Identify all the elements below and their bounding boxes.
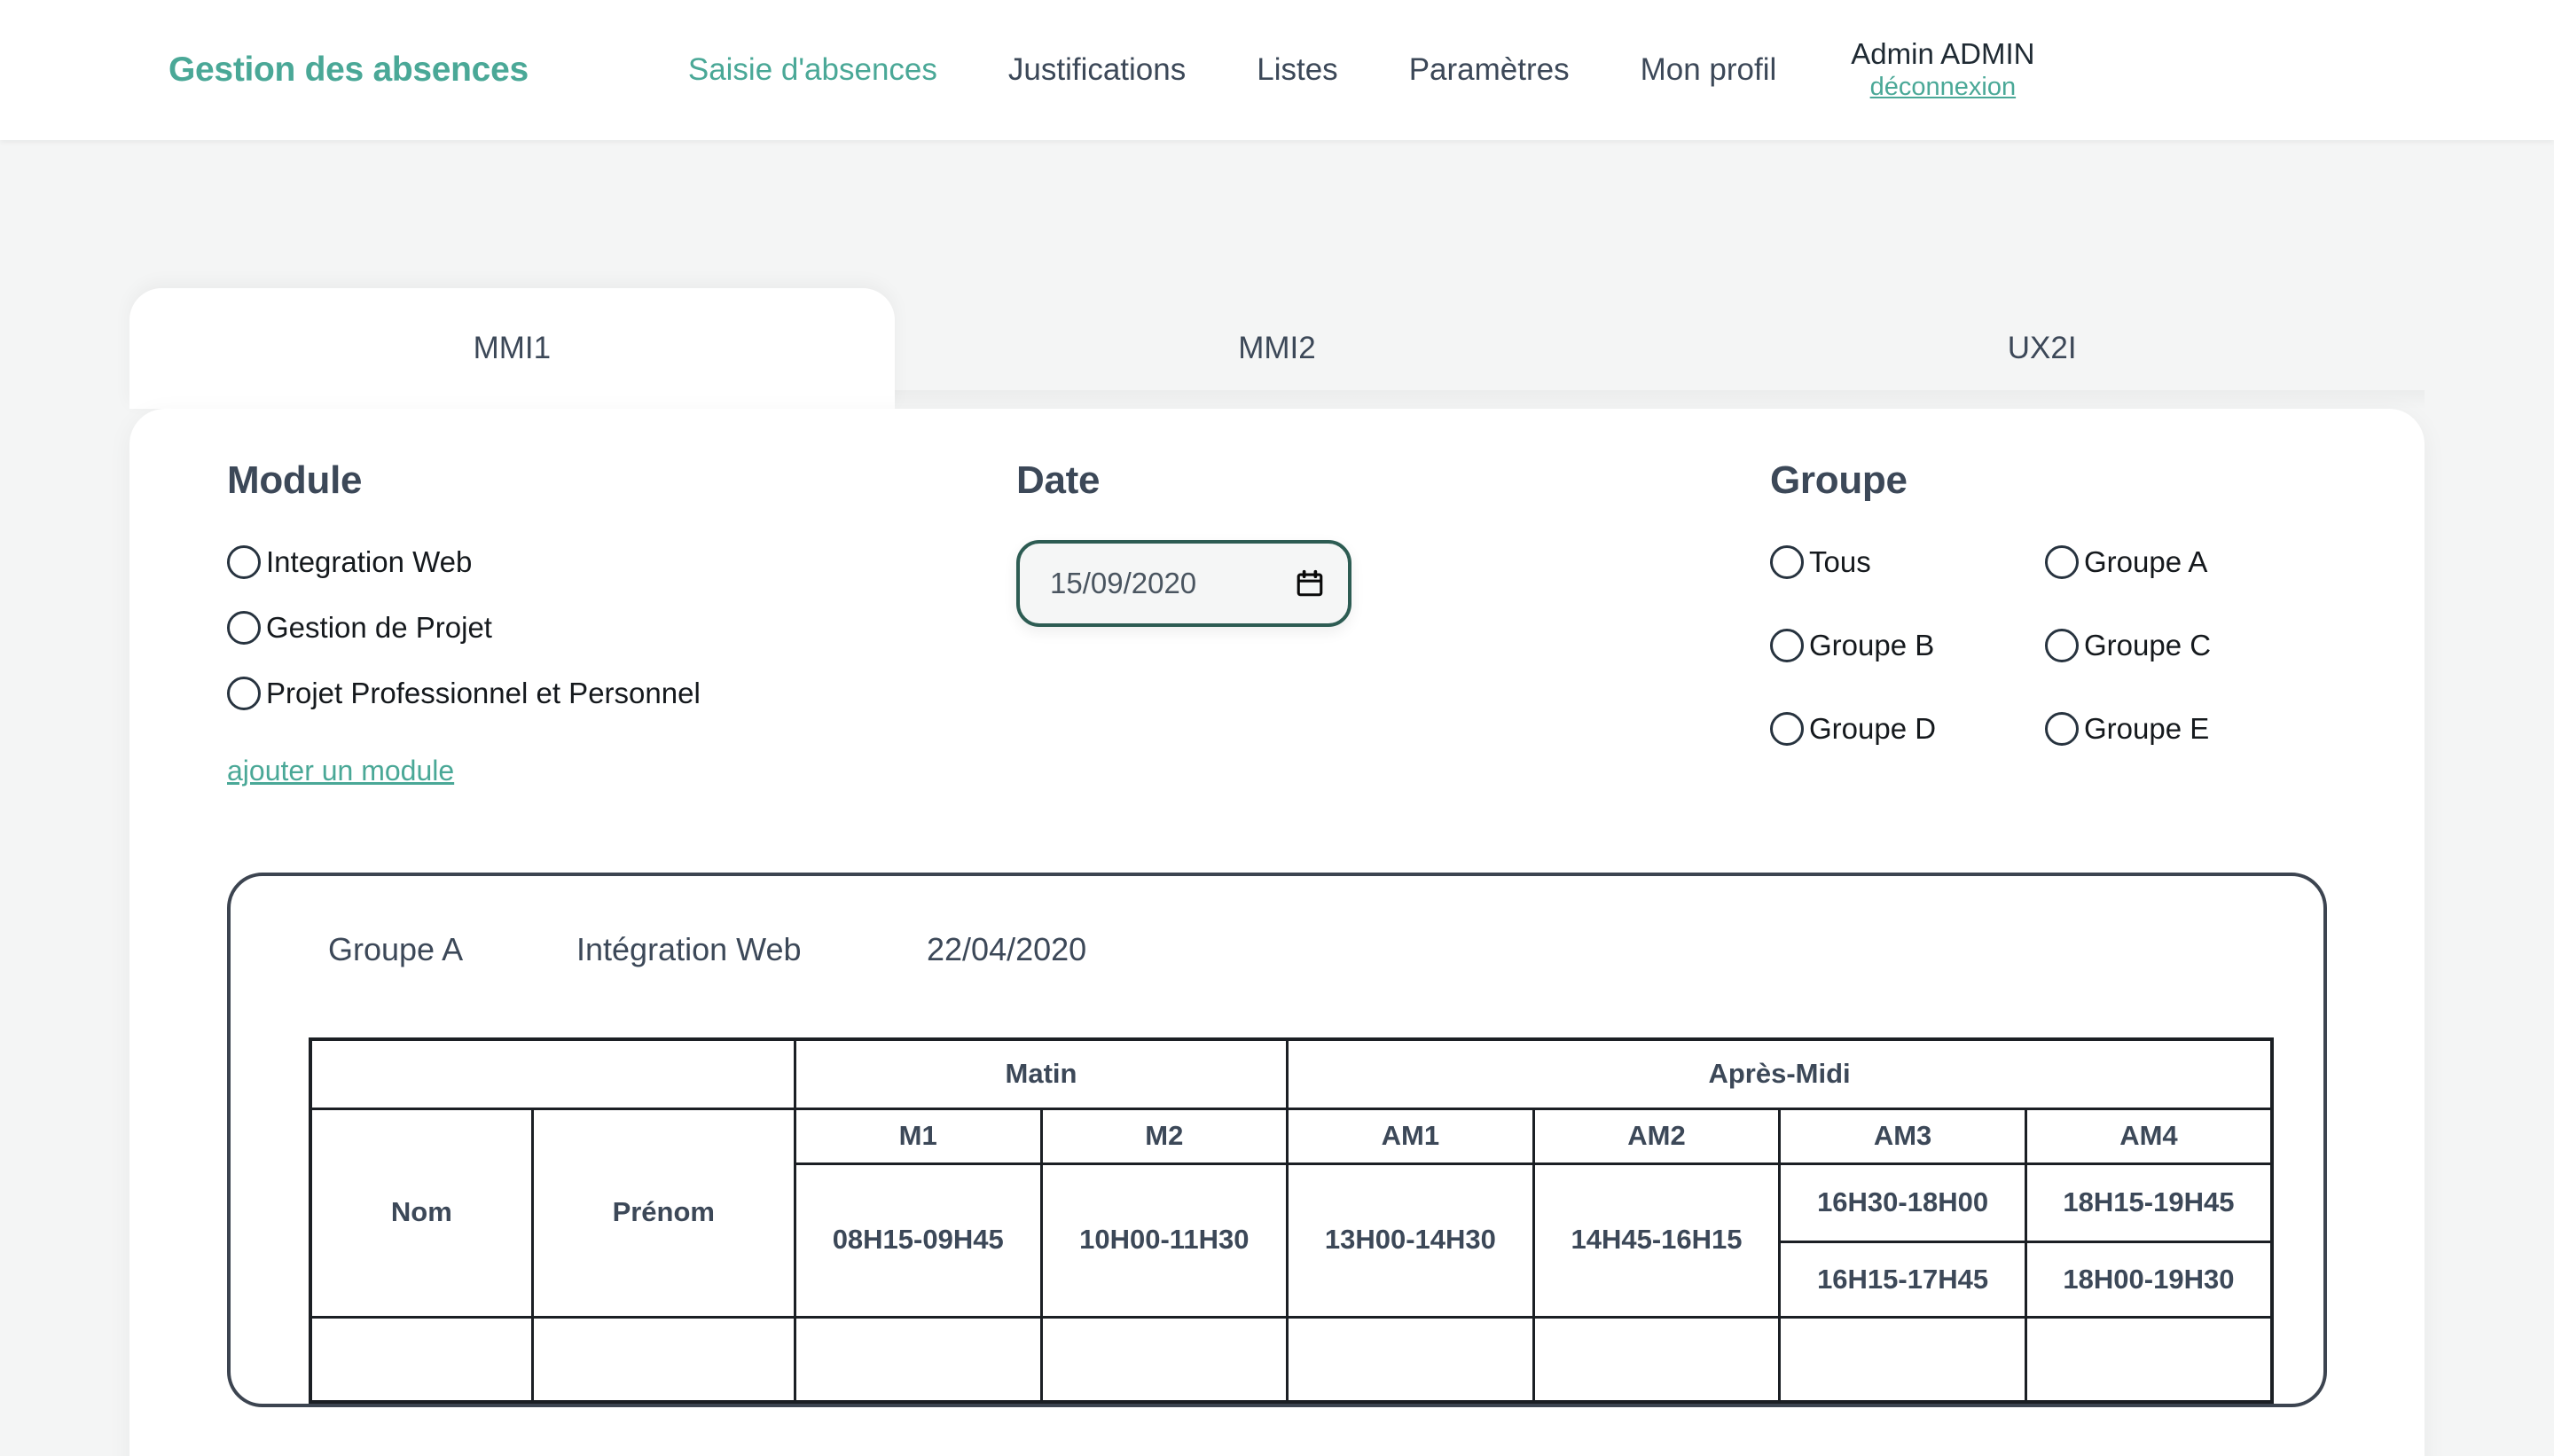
module-filter: Module Integration Web Gestion de Projet…: [227, 458, 1016, 787]
cell-am1[interactable]: [1286, 1315, 1535, 1404]
header-time-am4: 18H15-19H45 18H00-19H30: [2024, 1162, 2274, 1319]
radio-icon[interactable]: [1770, 629, 1804, 662]
nav-item-parametres[interactable]: Paramètres: [1374, 52, 1605, 88]
header-time-am4-a: 18H15-19H45: [2063, 1186, 2235, 1218]
header-slot-am3: AM3: [1778, 1107, 2027, 1165]
class-tabs: MMI1 MMI2 UX2I: [129, 288, 2425, 410]
result-meta: Groupe A Intégration Web 22/04/2020: [231, 931, 2323, 968]
radio-icon[interactable]: [227, 677, 261, 710]
header-slot-am4: AM4: [2024, 1107, 2274, 1165]
site-header: Gestion des absences Saisie d'absences J…: [0, 0, 2554, 140]
header-time-am3: 16H30-18H00 16H15-17H45: [1778, 1162, 2027, 1319]
cell-am3[interactable]: [1778, 1315, 2027, 1404]
radio-icon[interactable]: [1770, 545, 1804, 579]
cell-nom: [309, 1315, 534, 1404]
header-prenom: Prénom: [530, 1107, 796, 1319]
cell-prenom: [530, 1315, 796, 1404]
attendance-table-body: [309, 1315, 2274, 1404]
radio-icon[interactable]: [2045, 545, 2079, 579]
class-tabs-wrapper: MMI1 MMI2 UX2I: [0, 288, 2554, 410]
module-title: Module: [227, 458, 363, 502]
groupe-option-tous[interactable]: Tous: [1770, 540, 2045, 584]
radio-icon[interactable]: [227, 611, 261, 645]
nav-item-justifications[interactable]: Justifications: [973, 52, 1221, 88]
groupe-option-label: Groupe A: [2084, 545, 2208, 578]
groupe-option-groupe-a[interactable]: Groupe A: [2045, 540, 2320, 584]
module-option-label: Integration Web: [266, 545, 473, 578]
module-option-label: Gestion de Projet: [266, 611, 492, 644]
radio-icon[interactable]: [2045, 629, 2079, 662]
nav-item-listes[interactable]: Listes: [1221, 52, 1373, 88]
groupe-option-groupe-c[interactable]: Groupe C: [2045, 623, 2320, 668]
header-time-am1: 13H00-14H30: [1286, 1162, 1535, 1319]
tab-mmi2-label: MMI2: [1238, 331, 1316, 365]
table-header-period-row: Matin Après-Midi: [309, 1037, 2274, 1110]
groupe-title: Groupe: [1770, 458, 1908, 502]
header-nom: Nom: [309, 1107, 534, 1319]
result-date: 22/04/2020: [927, 931, 1087, 967]
groupe-option-label: Tous: [1809, 545, 1871, 578]
header-time-am3-a: 16H30-18H00: [1817, 1186, 1989, 1218]
header-slot-m2: M2: [1039, 1107, 1289, 1165]
nav-item-mon-profil[interactable]: Mon profil: [1605, 52, 1813, 88]
cell-m2[interactable]: [1039, 1315, 1289, 1404]
header-time-am2: 14H45-16H15: [1532, 1162, 1782, 1319]
date-filter: Date 15/09/2020: [1016, 458, 1770, 627]
module-option-gestion-de-projet[interactable]: Gestion de Projet: [227, 606, 1016, 650]
header-time-am4-b: 18H00-19H30: [2026, 1240, 2270, 1316]
result-module: Intégration Web: [576, 931, 802, 967]
cell-m1[interactable]: [793, 1315, 1043, 1404]
nav-item-saisie-absences[interactable]: Saisie d'absences: [653, 52, 973, 88]
groupe-option-label: Groupe B: [1809, 629, 1935, 661]
user-name: Admin ADMIN: [1851, 37, 2035, 71]
header-blank-cell: [309, 1037, 796, 1110]
add-module-link[interactable]: ajouter un module: [227, 755, 454, 787]
groupe-option-label: Groupe D: [1809, 712, 1937, 745]
brand-title: Gestion des absences: [168, 51, 529, 89]
date-title: Date: [1016, 458, 1101, 502]
header-apres-midi: Après-Midi: [1286, 1037, 2274, 1110]
date-input-value[interactable]: 15/09/2020: [1050, 567, 1295, 600]
radio-icon[interactable]: [227, 545, 261, 579]
module-option-integration-web[interactable]: Integration Web: [227, 540, 1016, 584]
header-time-m2: 10H00-11H30: [1039, 1162, 1289, 1319]
attendance-table: Matin Après-Midi Nom Prénom M1 M2 AM1 AM…: [309, 1037, 2274, 1404]
table-row[interactable]: [309, 1315, 2274, 1404]
module-option-projet-professionnel-et-personnel[interactable]: Projet Professionnel et Personnel: [227, 671, 1016, 716]
groupe-option-label: Groupe C: [2084, 629, 2212, 661]
header-time-m1: 08H15-09H45: [793, 1162, 1043, 1319]
attendance-table-wrapper: Matin Après-Midi Nom Prénom M1 M2 AM1 AM…: [231, 1037, 2323, 1404]
cell-am4[interactable]: [2024, 1315, 2274, 1404]
logout-link[interactable]: déconnexion: [1870, 72, 2016, 102]
radio-icon[interactable]: [2045, 712, 2079, 746]
groupe-option-groupe-d[interactable]: Groupe D: [1770, 707, 2045, 751]
filters-row: Module Integration Web Gestion de Projet…: [227, 458, 2327, 787]
user-block: Admin ADMIN déconnexion: [1851, 37, 2034, 102]
radio-icon[interactable]: [1770, 712, 1804, 746]
header-slot-am2: AM2: [1532, 1107, 1782, 1165]
tab-ux2i[interactable]: UX2I: [1659, 288, 2425, 410]
tab-mmi1-label: MMI1: [473, 331, 552, 365]
tab-mmi1[interactable]: MMI1: [129, 288, 895, 409]
table-header-code-row: Nom Prénom M1 M2 AM1 AM2 AM3 AM4: [309, 1107, 2274, 1319]
groupe-option-groupe-e[interactable]: Groupe E: [2045, 707, 2320, 751]
header-slot-am1: AM1: [1286, 1107, 1535, 1165]
tab-mmi2[interactable]: MMI2: [894, 288, 1660, 410]
module-option-label: Projet Professionnel et Personnel: [266, 677, 701, 709]
result-card: Groupe A Intégration Web 22/04/2020 Mati…: [227, 873, 2327, 1407]
cell-am2[interactable]: [1532, 1315, 1782, 1404]
groupe-option-label: Groupe E: [2084, 712, 2210, 745]
header-slot-m1: M1: [793, 1107, 1043, 1165]
header-time-am3-b: 16H15-17H45: [1781, 1240, 2025, 1316]
groupe-filter: Groupe Tous Groupe A Groupe B Groupe C G…: [1770, 458, 2327, 772]
calendar-icon[interactable]: [1295, 568, 1325, 599]
main-nav: Saisie d'absences Justifications Listes …: [653, 37, 2035, 102]
groupe-options-grid: Tous Groupe A Groupe B Groupe C Groupe D: [1770, 540, 2327, 772]
header-matin: Matin: [793, 1037, 1289, 1110]
tab-ux2i-label: UX2I: [2007, 331, 2077, 365]
result-group: Groupe A: [328, 931, 464, 967]
groupe-option-groupe-b[interactable]: Groupe B: [1770, 623, 2045, 668]
main-panel: Module Integration Web Gestion de Projet…: [129, 409, 2425, 1456]
date-input[interactable]: 15/09/2020: [1016, 540, 1351, 627]
